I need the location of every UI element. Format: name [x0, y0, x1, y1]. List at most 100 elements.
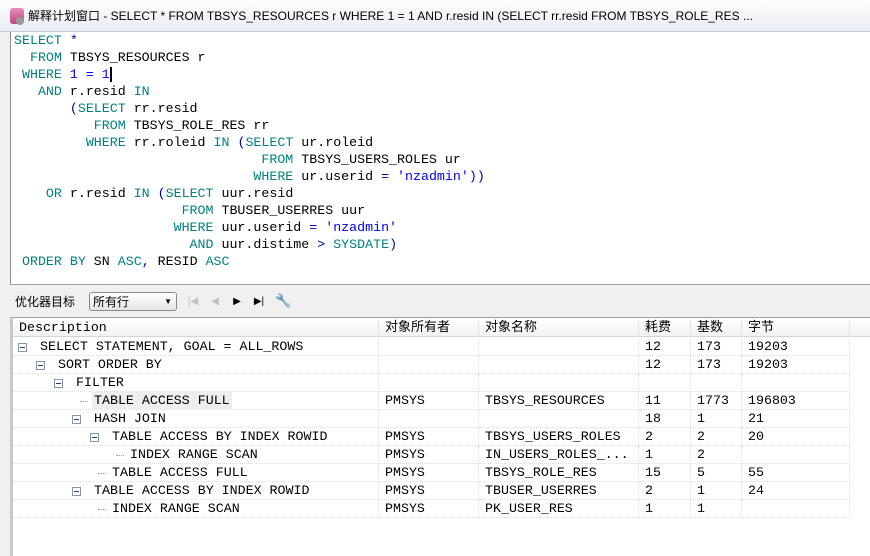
- optimizer-goal-select[interactable]: 所有行 ▼: [89, 291, 178, 311]
- plan-row[interactable]: INDEX RANGE SCAN PMSYS PK_USER_RES 1 1: [13, 500, 850, 518]
- cost-cell: 2: [639, 428, 691, 446]
- column-header-owner[interactable]: 对象所有者: [379, 319, 479, 337]
- object-name-cell: TBSYS_USERS_ROLES: [479, 428, 639, 446]
- sql-identifier: TBSYS_USERS_ROLES ur: [301, 152, 461, 167]
- sql-operator: =: [309, 220, 326, 235]
- column-header-cost[interactable]: 耗费: [639, 319, 691, 337]
- description-cell: TABLE ACCESS BY INDEX ROWID: [13, 482, 379, 500]
- object-name-cell: [479, 338, 639, 356]
- sql-identifier: rr.roleid: [133, 135, 214, 150]
- owner-cell: [379, 338, 479, 356]
- sql-operator: )): [468, 169, 485, 184]
- bytes-cell: 19203: [742, 356, 850, 374]
- sql-keyword: AND: [14, 237, 222, 252]
- plan-row[interactable]: SELECT STATEMENT, GOAL = ALL_ROWS 12 173 19…: [13, 338, 850, 356]
- previous-icon[interactable]: ◀: [209, 296, 221, 307]
- plan-operation: HASH JOIN: [94, 411, 166, 426]
- tree-connector-icon: [98, 473, 106, 474]
- bytes-cell: 21: [742, 410, 850, 428]
- plan-row[interactable]: HASH JOIN 18 1 21: [13, 410, 850, 428]
- sql-identifier: uur.distime: [221, 237, 318, 252]
- cardinality-cell: [691, 374, 742, 392]
- owner-cell: [379, 356, 479, 374]
- sql-line: OR r.resid IN (SELECT uur.resid: [14, 185, 870, 202]
- sql-keyword: ASC: [117, 254, 142, 269]
- plan-row[interactable]: TABLE ACCESS FULL PMSYS TBSYS_RESOURCES 11 1…: [13, 392, 850, 410]
- plan-row[interactable]: FILTER: [13, 374, 850, 392]
- cost-cell: 15: [639, 464, 691, 482]
- sql-identifier: ur.roleid: [301, 135, 374, 150]
- plan-row[interactable]: SORT ORDER BY 12 173 19203: [13, 356, 850, 374]
- sql-identifier: SN: [93, 254, 118, 269]
- sql-line: FROM TBSYS_ROLE_RES rr: [14, 117, 870, 134]
- object-name-cell: IN_USERS_ROLES_...: [479, 446, 639, 464]
- cost-cell: 18: [639, 410, 691, 428]
- description-cell: SELECT STATEMENT, GOAL = ALL_ROWS: [13, 338, 379, 356]
- cardinality-cell: 2: [691, 446, 742, 464]
- description-cell: FILTER: [13, 374, 379, 392]
- first-icon[interactable]: |◀: [187, 296, 199, 307]
- sql-identifier: TBUSER_USERRES uur: [221, 203, 366, 218]
- cardinality-cell: 173: [691, 356, 742, 374]
- description-cell: TABLE ACCESS FULL: [13, 464, 379, 482]
- collapse-icon[interactable]: [54, 379, 63, 388]
- sql-identifier: r.resid: [69, 186, 134, 201]
- explain-plan-grid: Description 对象所有者 对象名称 耗费 基数 字节 SELECT S…: [10, 317, 870, 556]
- description-cell: TABLE ACCESS BY INDEX ROWID: [13, 428, 379, 446]
- sql-operator: *: [69, 33, 78, 48]
- collapse-icon[interactable]: [36, 361, 45, 370]
- description-cell: TABLE ACCESS FULL: [13, 392, 379, 410]
- last-icon[interactable]: ▶|: [253, 296, 265, 307]
- bytes-cell: 55: [742, 464, 850, 482]
- column-header-cardinality[interactable]: 基数: [691, 319, 742, 337]
- object-name-cell: PK_USER_RES: [479, 500, 639, 518]
- sql-identifier: rr.resid: [133, 101, 198, 116]
- sql-identifier: uur.userid: [221, 220, 310, 235]
- plan-row[interactable]: INDEX RANGE SCAN PMSYS IN_USERS_ROLES_... 1…: [13, 446, 850, 464]
- object-name-cell: [479, 356, 639, 374]
- sql-line: WHERE rr.roleid IN (SELECT ur.roleid: [14, 134, 870, 151]
- sql-editor[interactable]: SELECT * FROM TBSYS_RESOURCES r WHERE 1 …: [10, 32, 870, 285]
- cost-cell: 12: [639, 338, 691, 356]
- collapse-icon[interactable]: [90, 433, 99, 442]
- sql-keyword: FROM: [14, 203, 222, 218]
- tree-connector-icon: [116, 455, 124, 456]
- plan-operation: INDEX RANGE SCAN: [130, 447, 258, 462]
- sql-line: WHERE ur.userid = 'nzadmin')): [14, 168, 870, 185]
- column-header-description[interactable]: Description: [13, 319, 379, 337]
- sql-keyword: WHERE: [14, 67, 70, 82]
- owner-cell: PMSYS: [379, 428, 479, 446]
- description-cell: SORT ORDER BY: [13, 356, 379, 374]
- object-name-cell: TBSYS_ROLE_RES: [479, 464, 639, 482]
- plan-row[interactable]: TABLE ACCESS BY INDEX ROWID PMSYS TBSYS_US…: [13, 428, 850, 446]
- object-name-cell: TBSYS_RESOURCES: [479, 392, 639, 410]
- sql-string: 'nzadmin': [397, 169, 469, 184]
- sql-operator: (: [157, 186, 166, 201]
- sql-identifier: r.resid: [69, 84, 134, 99]
- sql-number: 1 = 1: [69, 67, 110, 82]
- sql-operator: =: [381, 169, 398, 184]
- collapse-icon[interactable]: [72, 487, 81, 496]
- column-header-bytes[interactable]: 字节: [742, 319, 850, 337]
- text-caret: [109, 66, 112, 82]
- plan-row[interactable]: TABLE ACCESS FULL PMSYS TBSYS_ROLE_RES 15 5 5…: [13, 464, 850, 482]
- sql-line: WHERE uur.userid = 'nzadmin': [14, 219, 870, 236]
- sql-line: FROM TBUSER_USERRES uur: [14, 202, 870, 219]
- plan-row[interactable]: TABLE ACCESS BY INDEX ROWID PMSYS TBUSER_U…: [13, 482, 850, 500]
- plan-operation: INDEX RANGE SCAN: [112, 501, 240, 516]
- sql-keyword: FROM: [14, 50, 70, 65]
- owner-cell: PMSYS: [379, 392, 479, 410]
- next-icon[interactable]: ▶: [231, 296, 243, 307]
- tree-connector-icon: [80, 401, 88, 402]
- collapse-icon[interactable]: [18, 343, 27, 352]
- description-cell: INDEX RANGE SCAN: [13, 446, 379, 464]
- description-cell: INDEX RANGE SCAN: [13, 500, 379, 518]
- sql-operator: (: [14, 101, 78, 116]
- cardinality-cell: 173: [691, 338, 742, 356]
- owner-cell: [379, 374, 479, 392]
- column-header-object[interactable]: 对象名称: [479, 319, 639, 337]
- sql-operator: ,: [141, 254, 158, 269]
- sql-keyword: ORDER BY: [14, 254, 94, 269]
- collapse-icon[interactable]: [72, 415, 81, 424]
- wrench-icon[interactable]: 🔧: [275, 293, 291, 309]
